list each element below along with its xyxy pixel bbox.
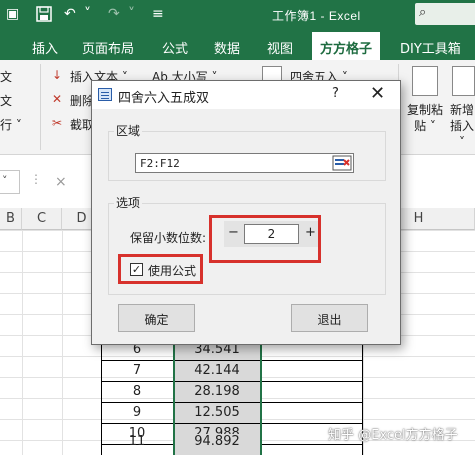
customize-toolbar-icon[interactable]: ≡	[152, 6, 164, 22]
column-header-b[interactable]: B	[0, 208, 22, 230]
title-bar: ▣ ↶ ˅ ↷ ˅ ≡ 工作簿1 - Excel ⌕	[0, 0, 475, 30]
window-title: 工作簿1 - Excel	[272, 9, 361, 23]
options-group-label: 选项	[114, 194, 143, 211]
clipboard-icon	[412, 66, 438, 96]
range-group-label: 区域	[114, 122, 143, 139]
dialog-app-icon	[98, 88, 112, 101]
cell-g[interactable]	[261, 382, 363, 403]
range-input[interactable]: F2:F12	[135, 153, 354, 173]
cell-e[interactable]: 9	[101, 403, 174, 424]
watermark: 知乎 @Excel方方格子	[328, 428, 458, 443]
decimals-label: 保留小数位数:	[130, 231, 207, 245]
ribbon-separator	[40, 64, 41, 150]
delete-icon: ✕	[52, 92, 63, 106]
help-icon[interactable]: ?	[332, 86, 339, 101]
search-box[interactable]: ⌕	[415, 3, 475, 25]
cell-e[interactable]: 7	[101, 361, 174, 382]
highlight-decimals	[209, 215, 321, 263]
tab-insert[interactable]: 插入	[32, 38, 58, 57]
tab-formulas[interactable]: 公式	[162, 38, 188, 57]
undo-icon[interactable]: ↶	[64, 6, 76, 22]
close-icon[interactable]: ✕	[370, 83, 385, 104]
copy-paste-button[interactable]: 复制粘贴 ˅	[405, 102, 445, 134]
tab-page-layout[interactable]: 页面布局	[82, 38, 134, 57]
grid-line	[62, 230, 63, 455]
cancel-icon[interactable]: ×	[55, 174, 67, 190]
column-header-c[interactable]: C	[22, 208, 62, 230]
ribbon-left-item[interactable]: 文	[0, 68, 12, 85]
extract-icon: ✂	[52, 116, 63, 130]
ribbon-left-item[interactable]: 文	[0, 92, 12, 109]
exit-button[interactable]: 退出	[291, 304, 368, 332]
app-logo-icon: ▣	[6, 6, 20, 22]
cell-g[interactable]	[261, 403, 363, 424]
cell-e[interactable]: 11	[101, 434, 174, 455]
insert-text-icon: ↓	[52, 68, 63, 82]
highlight-use-formula	[118, 254, 203, 284]
redo-dropdown-icon[interactable]: ˅	[128, 6, 135, 22]
tab-diy-toolbox[interactable]: DIY工具箱	[400, 38, 461, 57]
range-select-icon[interactable]	[332, 155, 352, 171]
new-insert-icon	[452, 66, 475, 96]
dialog-title: 四舍六入五成双	[118, 91, 210, 106]
cell-e[interactable]: 8	[101, 382, 174, 403]
search-icon: ⌕	[419, 5, 427, 20]
tab-fangfang[interactable]: 方方格子	[312, 32, 381, 60]
tab-data[interactable]: 数据	[214, 38, 240, 57]
undo-dropdown-icon[interactable]: ˅	[84, 6, 91, 22]
cell-g[interactable]	[261, 361, 363, 382]
redo-icon[interactable]: ↷	[108, 6, 120, 22]
ok-button[interactable]: 确定	[118, 304, 195, 332]
tab-view[interactable]: 视图	[267, 38, 293, 57]
ribbon-tabs: 插入 页面布局 公式 数据 视图 方方格子 DIY工具箱	[0, 30, 475, 60]
save-icon[interactable]	[36, 6, 52, 26]
dialog-title-bar: 四舍六入五成双 ? ✕	[92, 81, 400, 109]
grid-line	[22, 230, 23, 455]
new-insert-button[interactable]: 新增插入 ˅	[447, 102, 475, 150]
ribbon-left-item[interactable]: 行 ˅	[0, 116, 22, 133]
chevron-down-icon[interactable]: ˅	[2, 174, 8, 187]
round-dialog: 四舍六入五成双 ? ✕ 区域 F2:F12 选项 保留小数位数: − 2 + ✓…	[91, 80, 401, 345]
more-icon: ⋮	[30, 172, 42, 186]
